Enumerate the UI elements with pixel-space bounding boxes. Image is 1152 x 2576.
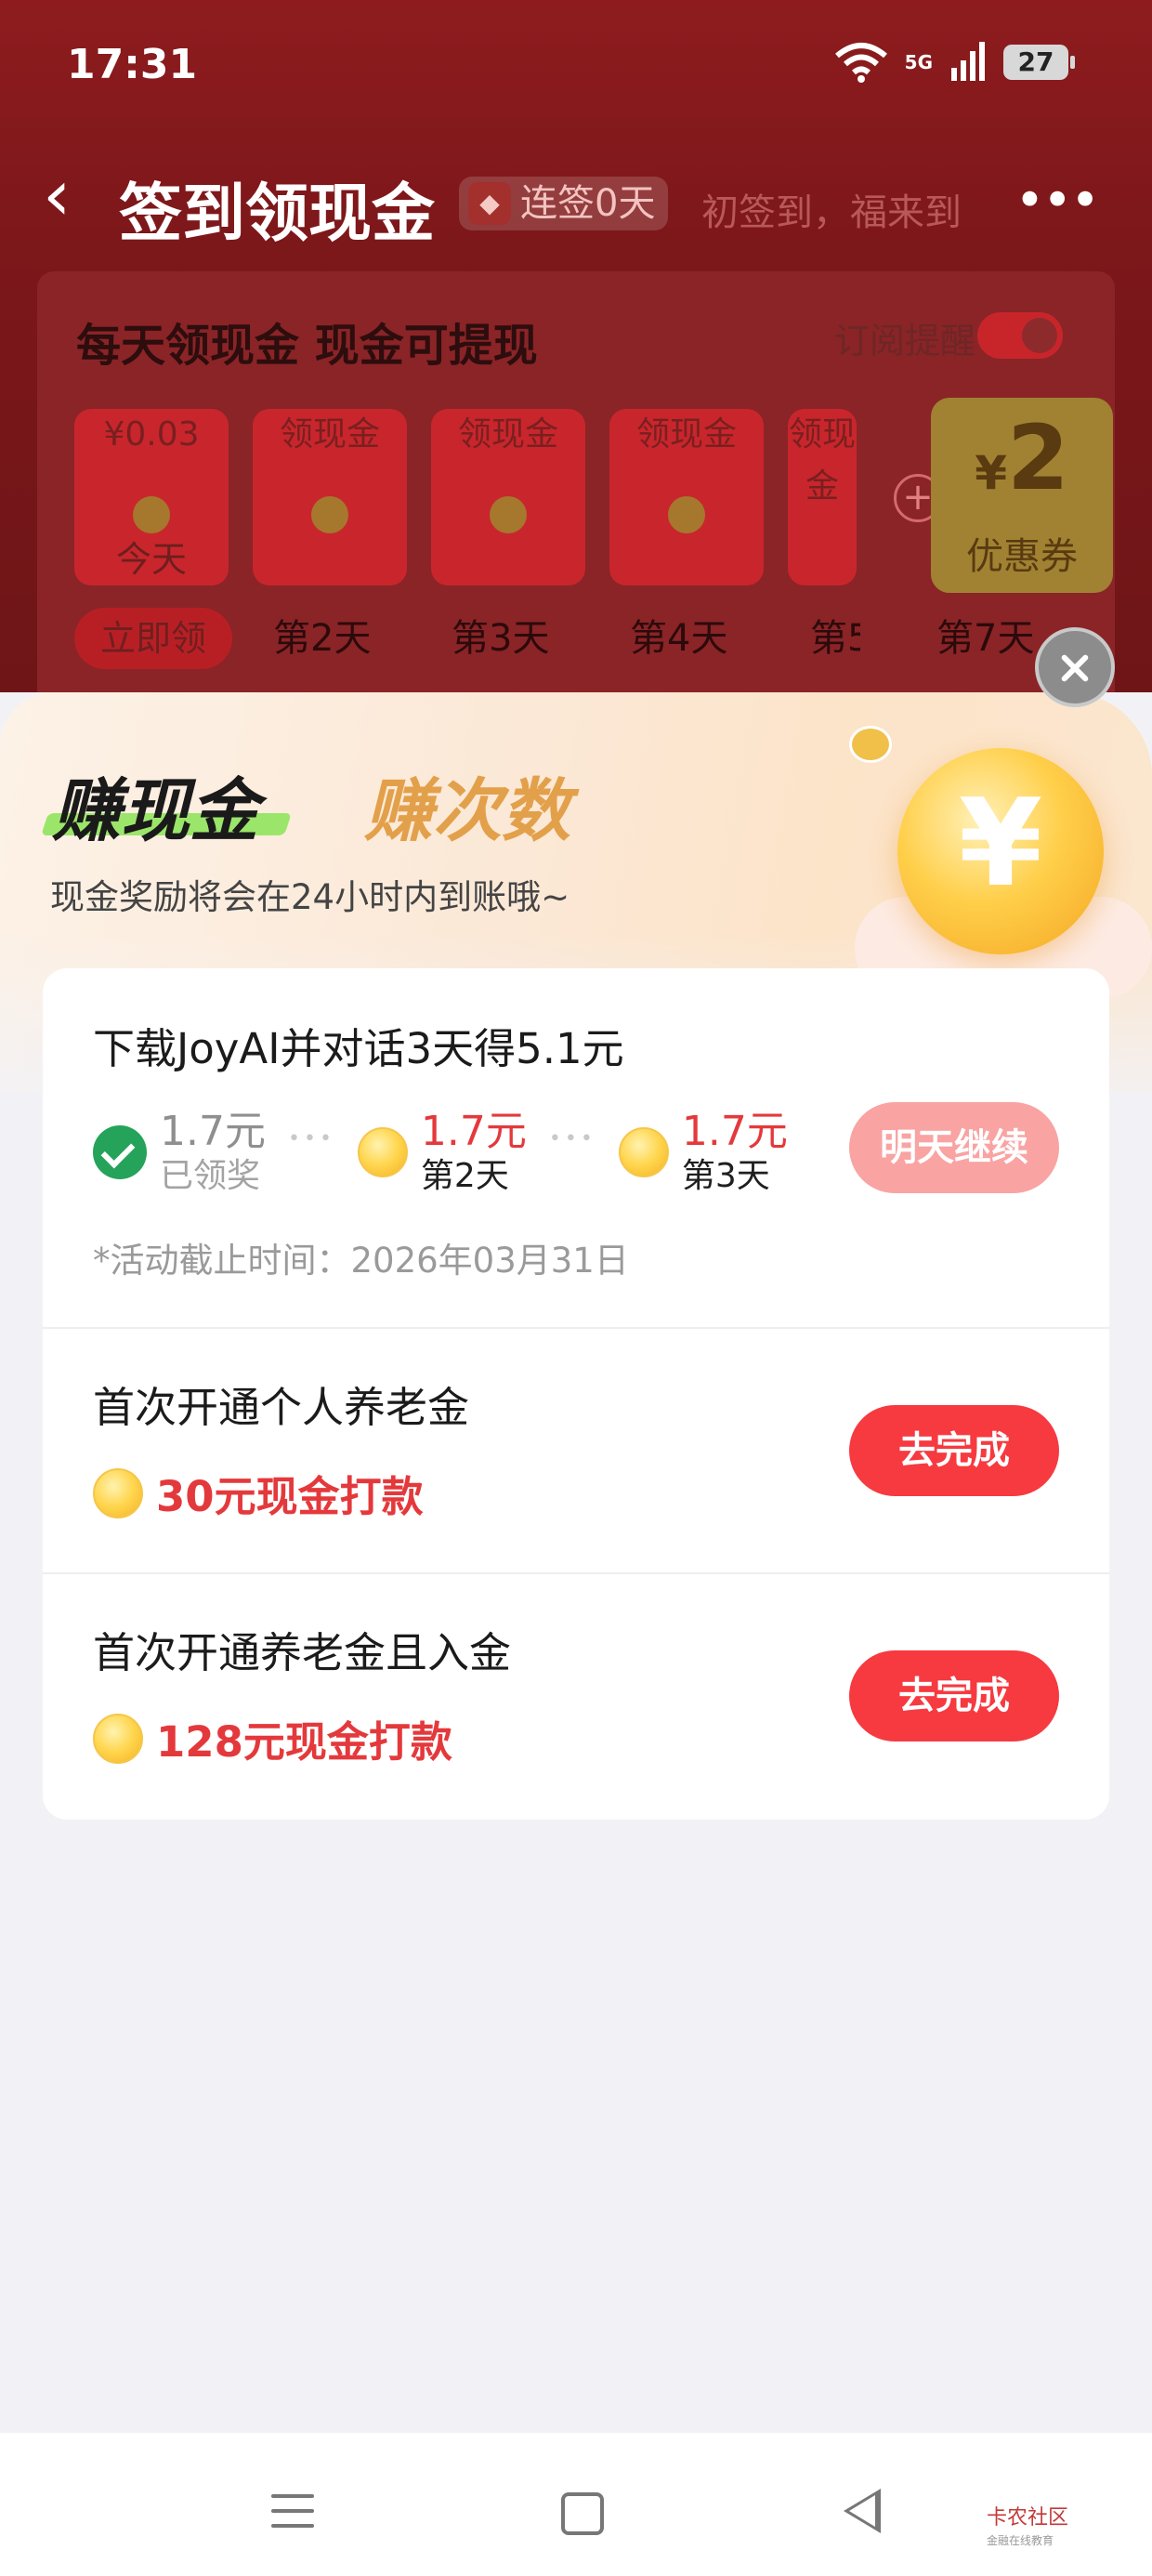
- task-reward-row: 128元现金打款: [93, 1708, 452, 1768]
- go-complete-button[interactable]: 去完成: [849, 1650, 1059, 1741]
- watermark-logo: 卡农社区 金融在线教育: [987, 2507, 1068, 2552]
- envelope-label: 领现金: [279, 415, 380, 453]
- envelope-seal-icon: [668, 496, 705, 533]
- continue-tomorrow-button[interactable]: 明天继续: [849, 1102, 1059, 1193]
- yuan-coin-icon: ¥: [897, 748, 1104, 954]
- menu-icon[interactable]: [271, 2494, 314, 2539]
- network-type: 5G: [904, 51, 933, 73]
- task-reward: 30元现金打款: [156, 1472, 424, 1521]
- task-item-pension-deposit: 首次开通养老金且入金 128元现金打款 去完成: [43, 1572, 1109, 1820]
- progress-dots: •••: [287, 1126, 335, 1150]
- task-reward-row: 30元现金打款: [93, 1463, 424, 1523]
- envelope-label: 领现金: [788, 415, 856, 506]
- task-progress-row: 1.7元 已领奖 ••• 1.7元 第2天 ••• 1.7元 第3天: [93, 1108, 788, 1197]
- coupon-amount-wrapper: ¥2: [931, 398, 1113, 533]
- check-icon: [93, 1125, 147, 1179]
- yuan-coin-symbol: ¥: [958, 772, 1043, 913]
- signin-panel-title: 每天领现金 现金可提现: [76, 320, 538, 372]
- step-label: 第2天: [420, 1157, 509, 1195]
- task-deadline: *活动截止时间：2026年03月31日: [93, 1241, 629, 1281]
- envelope-day-5[interactable]: 领现金: [788, 409, 857, 585]
- envelope-day-3[interactable]: 领现金: [431, 409, 585, 585]
- small-coin-icon: [849, 726, 892, 763]
- streak-badge-icon: ◆: [468, 182, 511, 225]
- envelope-seal-icon: [311, 496, 348, 533]
- envelope-today-amount: ¥0.03: [103, 415, 200, 453]
- back-triangle-icon[interactable]: [844, 2489, 881, 2533]
- more-dots-icon[interactable]: •••: [1015, 171, 1100, 230]
- day-label-2: 第2天: [273, 617, 372, 660]
- task-title: 首次开通养老金且入金: [93, 1628, 512, 1677]
- envelope-day-2[interactable]: 领现金: [253, 409, 407, 585]
- coin-icon: [618, 1127, 669, 1177]
- sheet-subtitle: 现金奖励将会在24小时内到账哦~: [50, 877, 570, 917]
- coupon-amount: 2: [1007, 406, 1069, 510]
- envelope-label: 领现金: [635, 415, 737, 453]
- step-1: 1.7元 已领奖: [93, 1108, 266, 1197]
- coupon-day-7[interactable]: ¥2 优惠券: [931, 398, 1113, 593]
- status-icons: 5G 27: [834, 41, 1075, 84]
- coupon-label: 优惠券: [966, 535, 1078, 578]
- envelope-day-4[interactable]: 领现金: [609, 409, 764, 585]
- streak-label: 连签0天: [520, 182, 656, 225]
- day-label-7: 第7天: [936, 617, 1035, 660]
- system-nav-bar: 卡农社区 金融在线教育: [0, 2433, 1152, 2576]
- wifi-icon: [834, 43, 887, 83]
- envelope-today-caption: 今天: [115, 539, 187, 580]
- step-label: 第3天: [681, 1157, 770, 1195]
- page-title: 签到领现金: [119, 177, 436, 251]
- chevron-left-icon[interactable]: ‹: [43, 160, 71, 230]
- coupon-currency: ¥: [975, 446, 1007, 500]
- subscribe-toggle[interactable]: [977, 312, 1063, 359]
- day-label-4: 第4天: [630, 617, 728, 660]
- task-reward: 128元现金打款: [156, 1717, 452, 1767]
- watermark-sub: 金融在线教育: [987, 2534, 1054, 2547]
- header: ‹ 签到领现金 ◆ 连签0天 初签到，福来到 •••: [0, 149, 1152, 252]
- subscribe-label: 订阅提醒: [833, 321, 975, 361]
- streak-badge: ◆ 连签0天: [459, 177, 669, 230]
- close-icon[interactable]: [1035, 627, 1115, 707]
- task-card: 下载JoyAI并对话3天得5.1元 1.7元 已领奖 ••• 1.7元 第2天 …: [43, 968, 1109, 1820]
- progress-dots: •••: [548, 1126, 596, 1150]
- signal-icon: [951, 42, 985, 81]
- claim-now-button[interactable]: 立即领: [74, 608, 232, 669]
- step-2: 1.7元 第2天: [357, 1108, 527, 1197]
- go-complete-button[interactable]: 去完成: [849, 1405, 1059, 1496]
- coin-icon: [93, 1713, 143, 1764]
- envelope-seal-icon: [490, 496, 527, 533]
- tab-earn-count[interactable]: 赚次数: [364, 756, 570, 855]
- task-title: 首次开通个人养老金: [93, 1383, 470, 1432]
- day-label-3: 第3天: [452, 617, 550, 660]
- coin-icon: [93, 1467, 143, 1518]
- coin-icon: [357, 1127, 408, 1177]
- step-3: 1.7元 第3天: [618, 1108, 788, 1197]
- envelope-today[interactable]: ¥0.03 今天: [74, 409, 229, 585]
- status-time: 17:31: [67, 41, 198, 88]
- envelope-label: 领现金: [457, 415, 558, 453]
- task-item-joyai: 下载JoyAI并对话3天得5.1元 1.7元 已领奖 ••• 1.7元 第2天 …: [43, 968, 1109, 1329]
- day-label-5: 第5天: [810, 617, 860, 660]
- status-bar: 17:31 5G 27: [0, 0, 1152, 139]
- task-title: 下载JoyAI并对话3天得5.1元: [93, 1024, 624, 1073]
- step-amount: 1.7元: [681, 1108, 788, 1155]
- home-icon[interactable]: [561, 2492, 604, 2535]
- step-amount: 1.7元: [160, 1108, 266, 1155]
- step-label: 已领奖: [160, 1157, 261, 1195]
- tab-earn-cash[interactable]: 赚现金: [52, 756, 258, 855]
- watermark-name: 卡农社区: [987, 2506, 1069, 2530]
- envelope-seal-icon: [133, 496, 170, 533]
- signin-panel: 每天领现金 现金可提现 订阅提醒 ¥0.03 今天 领现金 领现金 领现金 领现…: [37, 271, 1115, 725]
- battery-icon: 27: [1003, 45, 1075, 80]
- step-amount: 1.7元: [420, 1108, 527, 1155]
- task-item-pension: 首次开通个人养老金 30元现金打款 去完成: [43, 1327, 1109, 1574]
- header-slogan: 初签到，福来到: [701, 191, 962, 234]
